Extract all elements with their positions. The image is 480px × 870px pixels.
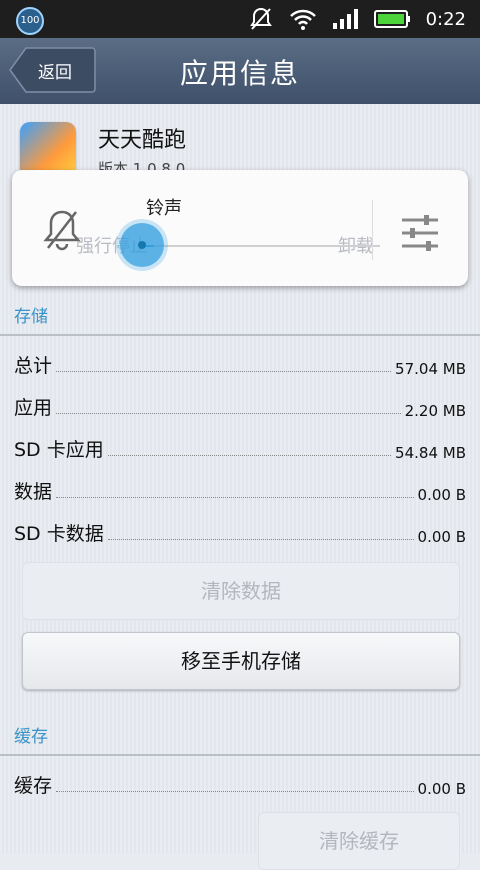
notifications-muted-icon (249, 7, 272, 30)
storage-row-total: 总计 57.04 MB (14, 348, 466, 378)
row-label: SD 卡应用 (14, 439, 104, 461)
volume-label: 铃声 (146, 198, 182, 219)
volume-slider-thumb[interactable] (120, 223, 164, 267)
dotted-leader (56, 497, 414, 498)
move-to-phone-storage-button[interactable]: 移至手机存储 (22, 632, 460, 690)
row-label: SD 卡数据 (14, 523, 104, 545)
section-divider (0, 334, 480, 336)
volume-slider-track[interactable] (140, 245, 380, 247)
storage-row-app: 应用 2.20 MB (14, 390, 466, 420)
divider (372, 200, 373, 260)
row-value: 57.04 MB (395, 360, 466, 378)
clock: 0:22 (425, 8, 466, 30)
dotted-leader (56, 413, 401, 414)
storage-row-sd-data: SD 卡数据 0.00 B (14, 516, 466, 546)
row-value: 2.20 MB (404, 402, 466, 420)
signal-icon (332, 9, 358, 29)
clear-data-button[interactable]: 清除数据 (22, 562, 460, 620)
status-bar: 100 0:22 (0, 0, 480, 38)
dotted-leader (56, 791, 414, 792)
app-name: 天天酷跑 (98, 128, 187, 153)
volume-popup: 强行停止 卸载 铃声 (12, 170, 468, 286)
row-label: 数据 (14, 481, 53, 503)
row-value: 0.00 B (417, 528, 466, 546)
row-value: 0.00 B (417, 486, 466, 504)
section-divider (0, 754, 480, 756)
storage-row-sd-app: SD 卡应用 54.84 MB (14, 432, 466, 462)
row-value: 54.84 MB (395, 444, 466, 462)
title-bar: 返回 应用信息 (0, 38, 480, 105)
row-label: 总计 (14, 355, 53, 377)
battery-icon (373, 10, 410, 28)
dotted-leader (107, 539, 414, 540)
page-title: 应用信息 (179, 57, 300, 90)
wifi-icon (289, 9, 316, 30)
row-label: 缓存 (14, 775, 53, 797)
clear-cache-button[interactable]: 清除缓存 (258, 812, 460, 870)
ringer-muted-icon[interactable] (42, 208, 82, 252)
dotted-leader (56, 371, 392, 372)
row-value: 0.00 B (417, 780, 466, 798)
row-label: 应用 (14, 397, 53, 419)
cache-row: 缓存 0.00 B (14, 768, 466, 798)
storage-header: 存储 (14, 307, 48, 327)
dotted-leader (107, 455, 392, 456)
storage-row-data: 数据 0.00 B (14, 474, 466, 504)
notification-badge: 100 (16, 7, 44, 35)
sliders-settings-icon[interactable] (400, 214, 440, 252)
cache-header: 缓存 (14, 727, 48, 747)
app-info-content: 天天酷跑 版本 1.0.8.0 强行停止 卸载 铃声 存储 总计 57.04 M (0, 104, 480, 870)
